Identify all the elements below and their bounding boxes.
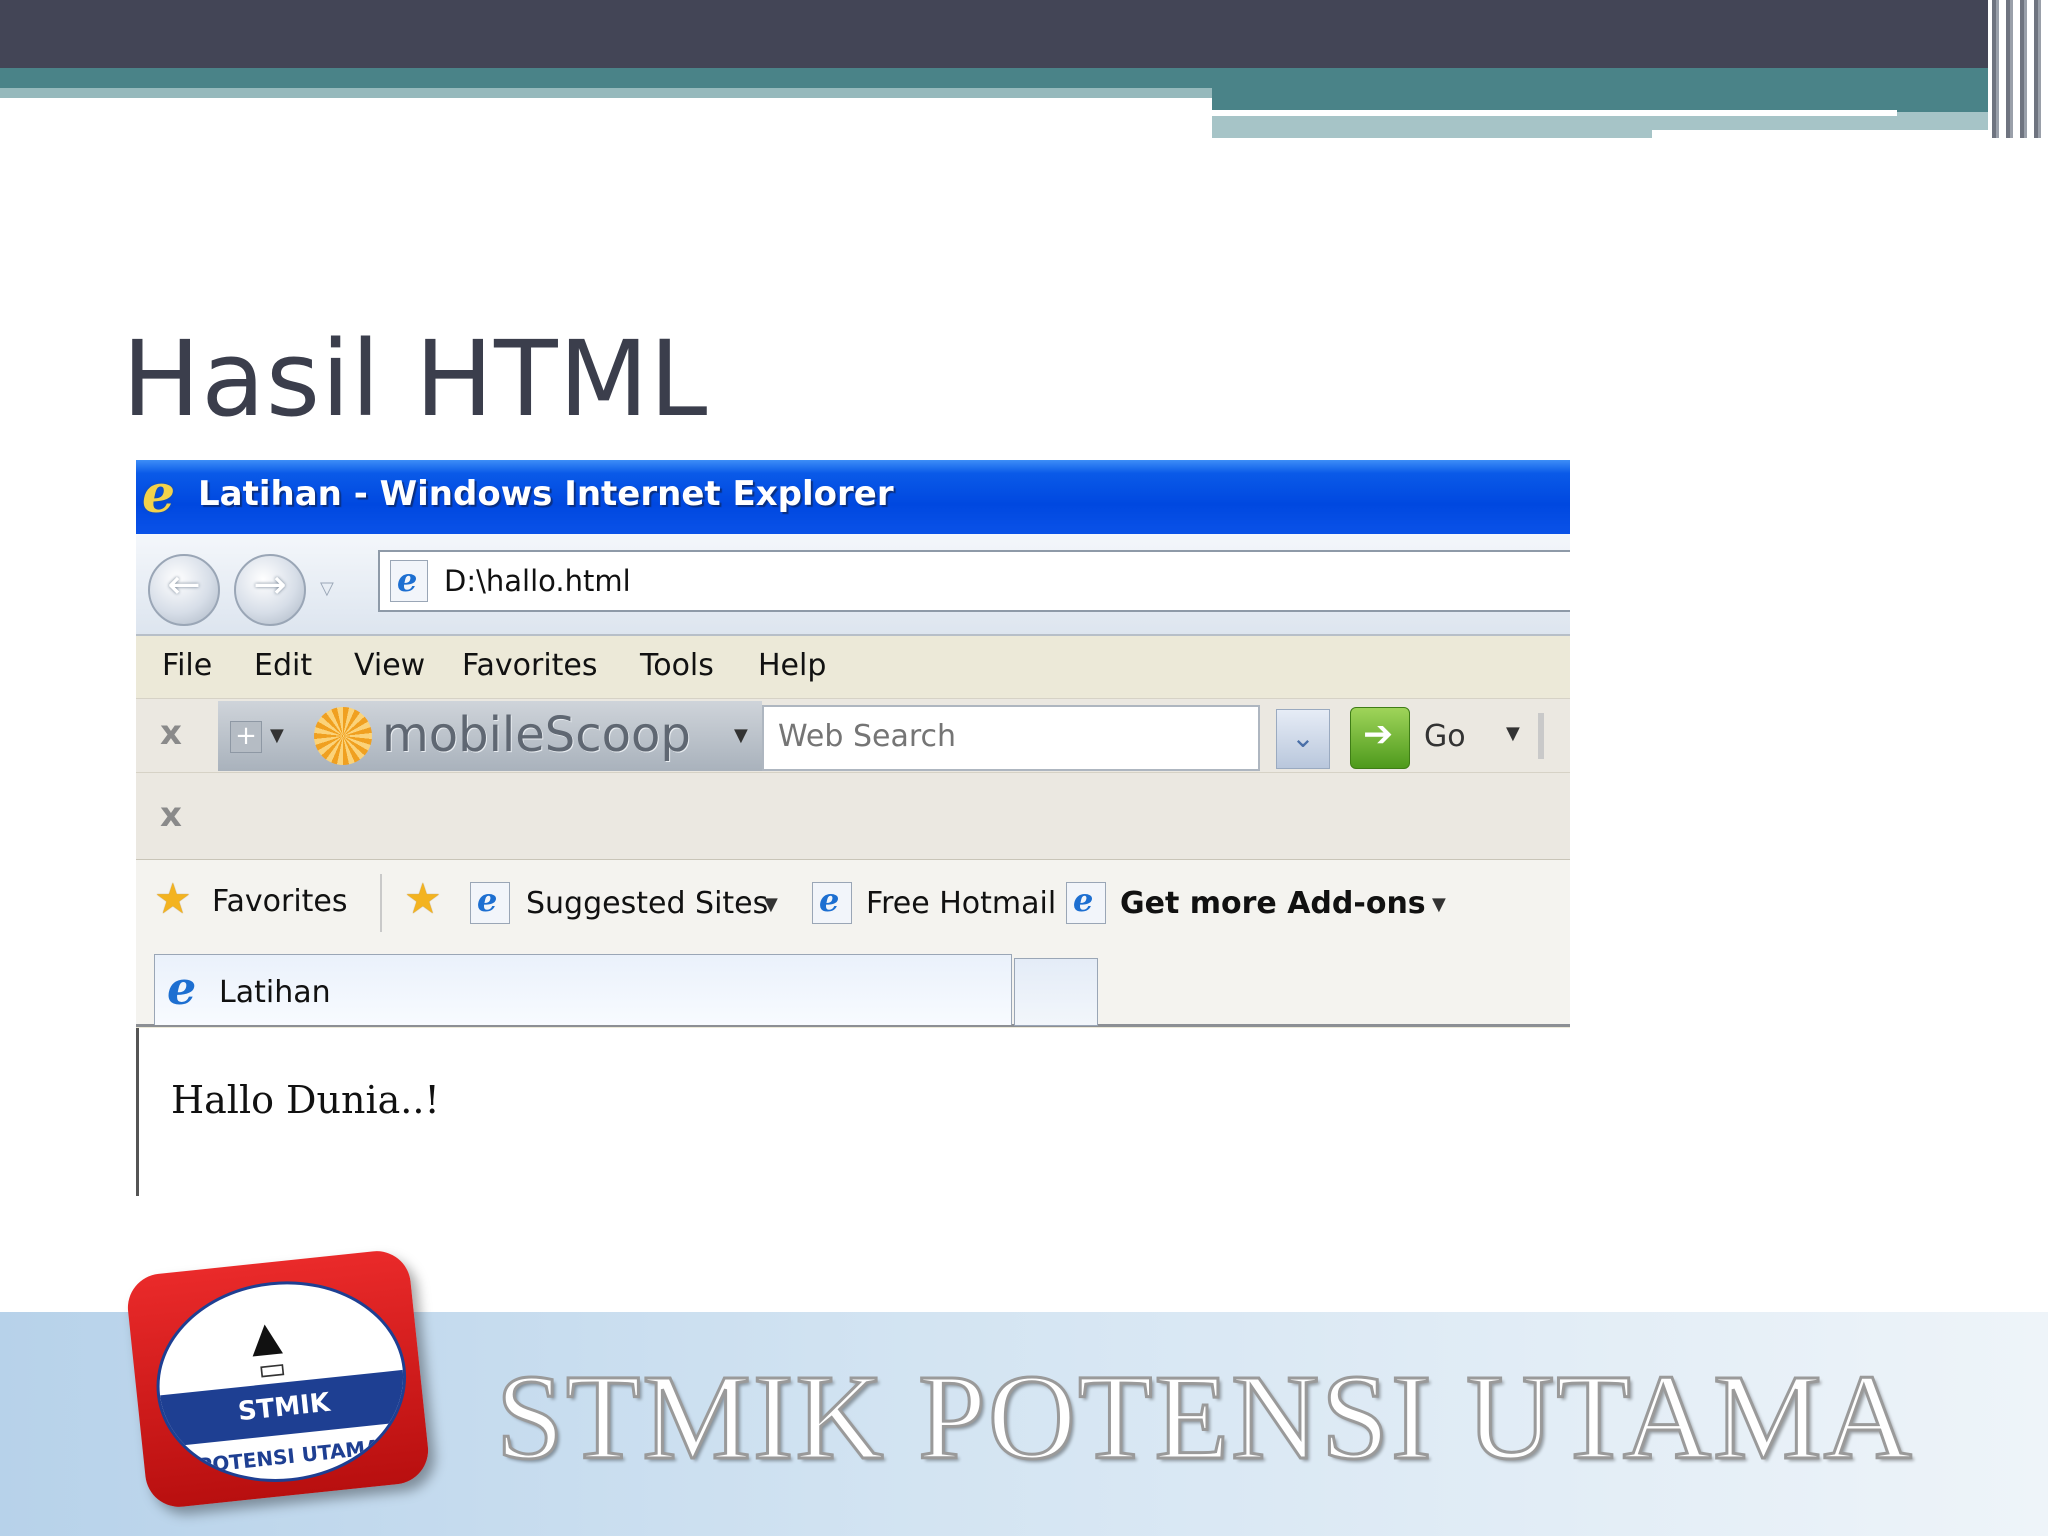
favorites-separator [380,874,382,932]
free-hotmail-link[interactable]: Free Hotmail [866,886,1056,921]
sun-logo-icon [314,707,372,765]
go-label[interactable]: Go [1424,719,1466,754]
close-icon[interactable]: x [160,795,182,835]
ie-page-icon: e [812,881,852,924]
page-content: Hallo Dunia..! [136,1028,1570,1196]
tab-label: Latihan [219,975,331,1010]
empty-toolbar: x [136,772,1570,861]
slide-accent-bar [0,68,2010,88]
menu-favorites[interactable]: Favorites [462,648,598,683]
back-button[interactable]: ← [148,554,220,626]
slide-accent-line [1212,110,1897,116]
ie-logo-icon: e [142,464,176,525]
plus-icon[interactable]: + [230,721,262,753]
ie-page-icon: e [1066,881,1106,924]
toolbar-separator [1538,713,1544,759]
chevron-down-icon[interactable]: ▼ [1506,723,1520,744]
favorites-bar: ★ Favorites ★ e Suggested Sites ▼ e Free… [136,860,1570,944]
get-more-addons-link[interactable]: Get more Add-ons [1120,886,1426,921]
arrow-right-icon: ➔ [1363,714,1394,755]
slide-accent-line [1652,130,2010,138]
address-text[interactable]: D:\hallo.html [444,564,631,598]
arrow-right-icon: → [253,562,287,608]
stmik-logo: ▲ ▭ STMIK POTENSI UTAMA [124,1247,432,1511]
chevron-down-icon[interactable]: ▼ [764,894,778,915]
chevron-down-icon[interactable]: ▼ [1432,894,1446,915]
menu-view[interactable]: View [354,648,425,683]
ie-page-icon: e [470,881,510,924]
favorites-button[interactable]: Favorites [212,884,348,919]
footer-institution-name: STMIK POTENSI UTAMA [495,1349,1914,1487]
go-button[interactable]: ➔ [1350,707,1410,769]
page-content-text: Hallo Dunia..! [171,1078,440,1122]
mobilescoop-toolbar: + ▼ mobileScoop ▼ [218,701,762,771]
forward-button[interactable]: → [234,554,306,626]
chevron-down-icon[interactable]: ▼ [270,725,284,746]
chevron-down-icon[interactable]: ▼ [734,725,748,746]
close-icon[interactable]: x [160,713,182,753]
menu-file[interactable]: File [162,648,212,683]
search-toolbar: x + ▼ mobileScoop ▼ ⌄ ➔ Go ▼ [136,698,1570,773]
web-search-input[interactable] [764,707,1244,765]
window-title-bar: e Latihan - Windows Internet Explorer [136,460,1570,534]
slide-accent-bar-light [0,88,1212,98]
tab-latihan[interactable]: e Latihan [154,954,1012,1025]
navigation-bar: ← → ▽ e D:\hallo.html [136,534,1570,636]
history-dropdown-icon[interactable]: ▽ [320,578,334,599]
suggested-sites-link[interactable]: Suggested Sites [526,886,768,921]
menu-edit[interactable]: Edit [254,648,312,683]
star-icon: ★ [154,874,192,923]
ie-page-icon: e [390,560,428,602]
menu-help[interactable]: Help [758,648,826,683]
logo-disc: ▲ ▭ STMIK POTENSI UTAMA [146,1269,417,1495]
slide-top-bar [0,0,2048,68]
slide-title: Hasil HTML [122,318,709,440]
window-title: Latihan - Windows Internet Explorer [198,474,894,514]
arrow-left-icon: ← [167,562,201,608]
tab-row: e Latihan [136,944,1570,1027]
toolbar-brand: mobileScoop [382,707,691,763]
browser-window: e Latihan - Windows Internet Explorer ← … [136,460,1570,1196]
add-favorite-icon[interactable]: ★ [404,874,442,923]
ie-logo-icon: e [167,961,197,1015]
menu-bar: File Edit View Favorites Tools Help [136,636,1570,698]
slide-corner-stripes [1988,0,2048,138]
web-search-box[interactable] [762,705,1260,771]
address-bar[interactable]: e D:\hallo.html [378,550,1570,612]
menu-tools[interactable]: Tools [640,648,714,683]
new-tab-button[interactable] [1014,958,1098,1026]
search-dropdown-button[interactable]: ⌄ [1276,709,1330,769]
